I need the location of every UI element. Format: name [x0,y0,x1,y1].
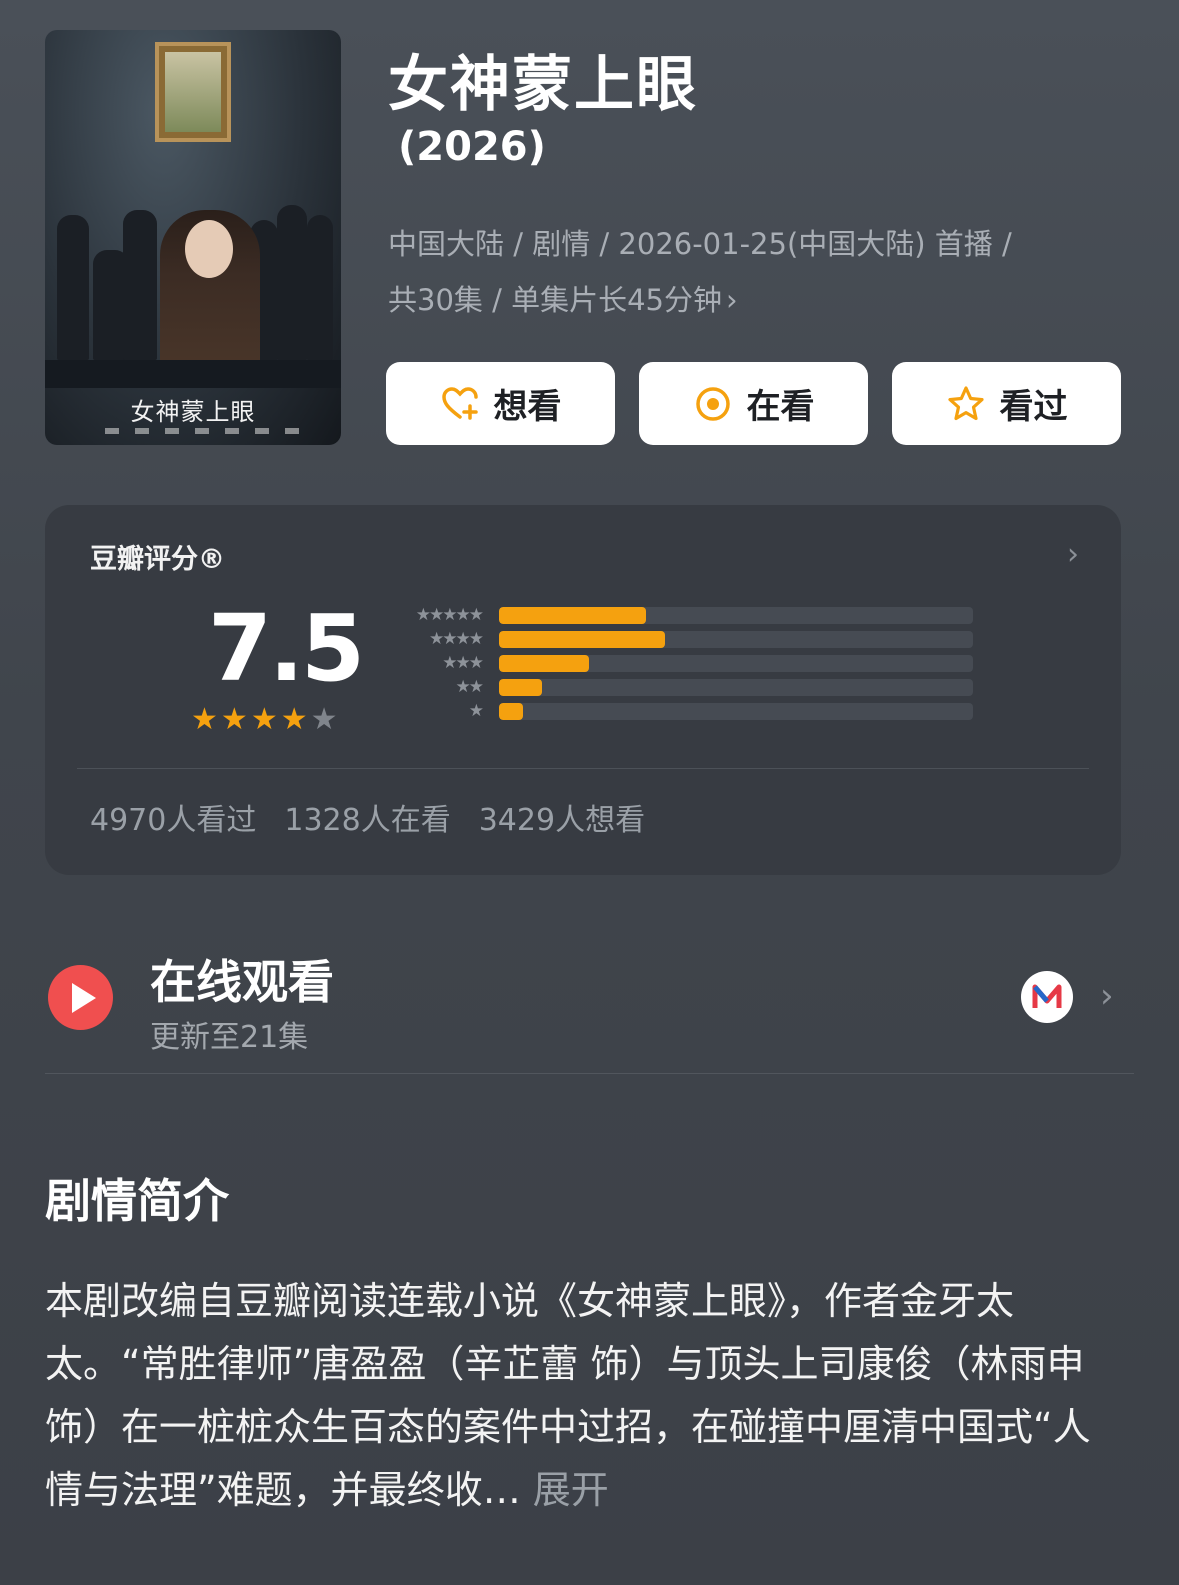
watched-button-label: 看过 [999,387,1068,427]
rating-bar-row: ★ [380,699,973,723]
poster-title: 女神蒙上眼 [130,398,256,426]
rating-bar-track [499,606,973,624]
rating-distribution: ★★★★★ ★★★★ ★★★ ★★ ★ [380,603,973,723]
rating-bar-fill [499,654,590,672]
star-filled-icon: ★ [191,702,218,737]
rating-bar-stars-label: ★★★ [442,653,484,673]
rating-bar-row: ★★★★★ [380,603,973,627]
want-to-watch-button[interactable]: 想看 [386,362,615,445]
rating-card[interactable]: 豆瓣评分® › 7.5 ★ ★ ★ ★ ★ ★★★★★ ★★★★ ★★★ ★★ ★ 4970人看… [45,505,1121,875]
rating-stars: ★ ★ ★ ★ ★ [191,705,338,735]
star-empty-icon: ★ [310,702,338,737]
watching-button-label: 在看 [746,387,815,427]
release-year: (2026) [398,124,546,170]
rating-bar-fill [499,702,523,720]
synopsis-text: 本剧改编自豆瓣阅读连载小说《女神蒙上眼》，作者金牙太太。“常胜律师”唐盈盈（辛芷… [45,1270,1115,1522]
rating-bar-row: ★★★ [380,651,973,675]
rating-bar-stars-label: ★★★★★ [415,605,484,625]
watching-button[interactable]: 在看 [639,362,868,445]
play-icon[interactable] [48,965,113,1030]
chevron-right-icon: › [726,283,738,317]
want-button-label: 想看 [493,387,562,427]
watching-count: 1328人在看 [284,803,451,838]
rating-bar-fill [499,630,665,648]
want-count: 3429人想看 [478,803,646,838]
rating-bar-row: ★★★★ [380,627,973,651]
watched-count: 4970人看过 [90,803,257,838]
mango-tv-logo-icon[interactable] [1021,971,1073,1023]
synopsis-title: 剧情简介 [45,1174,229,1228]
star-outline-icon [947,385,984,420]
star-filled-icon: ★ [220,702,248,737]
rating-label: 豆瓣评分® [90,544,225,575]
episode-update-status: 更新至21集 [150,1020,309,1055]
watched-button[interactable]: 看过 [892,362,1121,445]
rating-bar-stars-label: ★ [468,701,484,721]
poster-image[interactable]: 女神蒙上眼 [45,30,341,445]
divider [45,1073,1134,1074]
rating-bar-track [499,630,973,648]
rating-bar-fill [499,678,542,696]
rating-bar-stars-label: ★★ [455,677,484,697]
star-filled-icon: ★ [280,702,308,737]
expand-link[interactable]: 展开 [533,1468,609,1512]
rating-bar-stars-label: ★★★★ [429,629,484,649]
target-circle-icon [695,386,730,421]
rating-bar-row: ★★ [380,675,973,699]
meta-line-1: 中国大陆 / 剧情 / 2026-01-25(中国大陆) 首播 / [388,227,1012,261]
poster-painting [155,42,231,142]
rating-score: 7.5 [208,595,365,702]
page-title: 女神蒙上眼 [388,50,698,120]
show-meta[interactable]: 中国大陆 / 剧情 / 2026-01-25(中国大陆) 首播 / 共30集 /… [388,216,1108,328]
rating-bar-track [499,678,973,696]
heart-plus-icon [441,386,478,420]
rating-bar-track [499,702,973,720]
audience-counts: 4970人看过 1328人在看 3429人想看 [90,795,645,839]
chevron-right-icon[interactable]: › [1067,537,1079,572]
poster-credits [105,428,301,434]
rating-bar-track [499,654,973,672]
online-watch-title[interactable]: 在线观看 [150,946,334,1012]
divider [77,768,1089,769]
meta-line-2: 共30集 / 单集片长45分钟 [388,283,723,317]
chevron-right-icon[interactable]: › [1100,976,1114,1016]
star-filled-icon: ★ [250,702,278,737]
rating-bar-fill [499,606,646,624]
